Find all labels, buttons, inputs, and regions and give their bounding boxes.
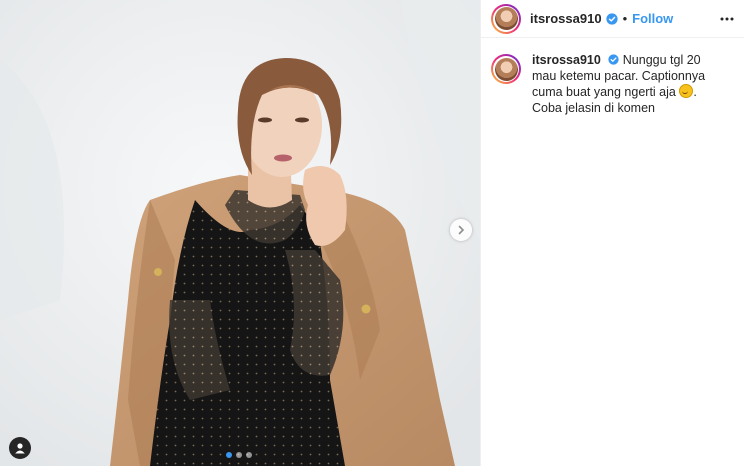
caption-text: itsrossa910 Nunggu tgl 20 mau ketemu pac…	[532, 52, 727, 116]
post-side-panel: itsrossa910 • Follow itsrossa910 Nunggu …	[480, 0, 744, 466]
grinning-face-emoji-icon	[679, 84, 694, 98]
author-avatar[interactable]	[491, 3, 521, 34]
post-media[interactable]	[0, 0, 480, 466]
post-header: itsrossa910 • Follow	[481, 0, 744, 38]
more-options-icon	[720, 17, 734, 20]
carousel-dot-active	[226, 452, 232, 458]
chevron-right-icon	[458, 225, 465, 235]
caption-comment: itsrossa910 Nunggu tgl 20 mau ketemu pac…	[481, 38, 744, 116]
avatar-image	[494, 57, 518, 81]
user-tag-icon	[15, 443, 25, 454]
carousel-indicator	[226, 452, 252, 458]
avatar-image	[494, 7, 518, 30]
verified-badge-icon	[605, 12, 618, 25]
next-slide-button[interactable]	[450, 219, 472, 241]
post-photo	[0, 0, 480, 466]
tagged-users-button[interactable]	[9, 437, 31, 459]
verified-badge-icon	[608, 54, 619, 65]
header-separator: •	[622, 11, 628, 26]
avatar-border	[493, 56, 519, 82]
avatar-border	[493, 5, 519, 32]
instagram-post: itsrossa910 • Follow itsrossa910 Nunggu …	[0, 0, 745, 466]
carousel-dot	[236, 452, 242, 458]
caption-username[interactable]: itsrossa910	[532, 53, 601, 67]
caption-author-avatar[interactable]	[491, 54, 521, 84]
author-username[interactable]: itsrossa910	[530, 11, 602, 26]
follow-button[interactable]: Follow	[632, 11, 673, 26]
more-options-button[interactable]	[720, 17, 734, 21]
carousel-dot	[246, 452, 252, 458]
